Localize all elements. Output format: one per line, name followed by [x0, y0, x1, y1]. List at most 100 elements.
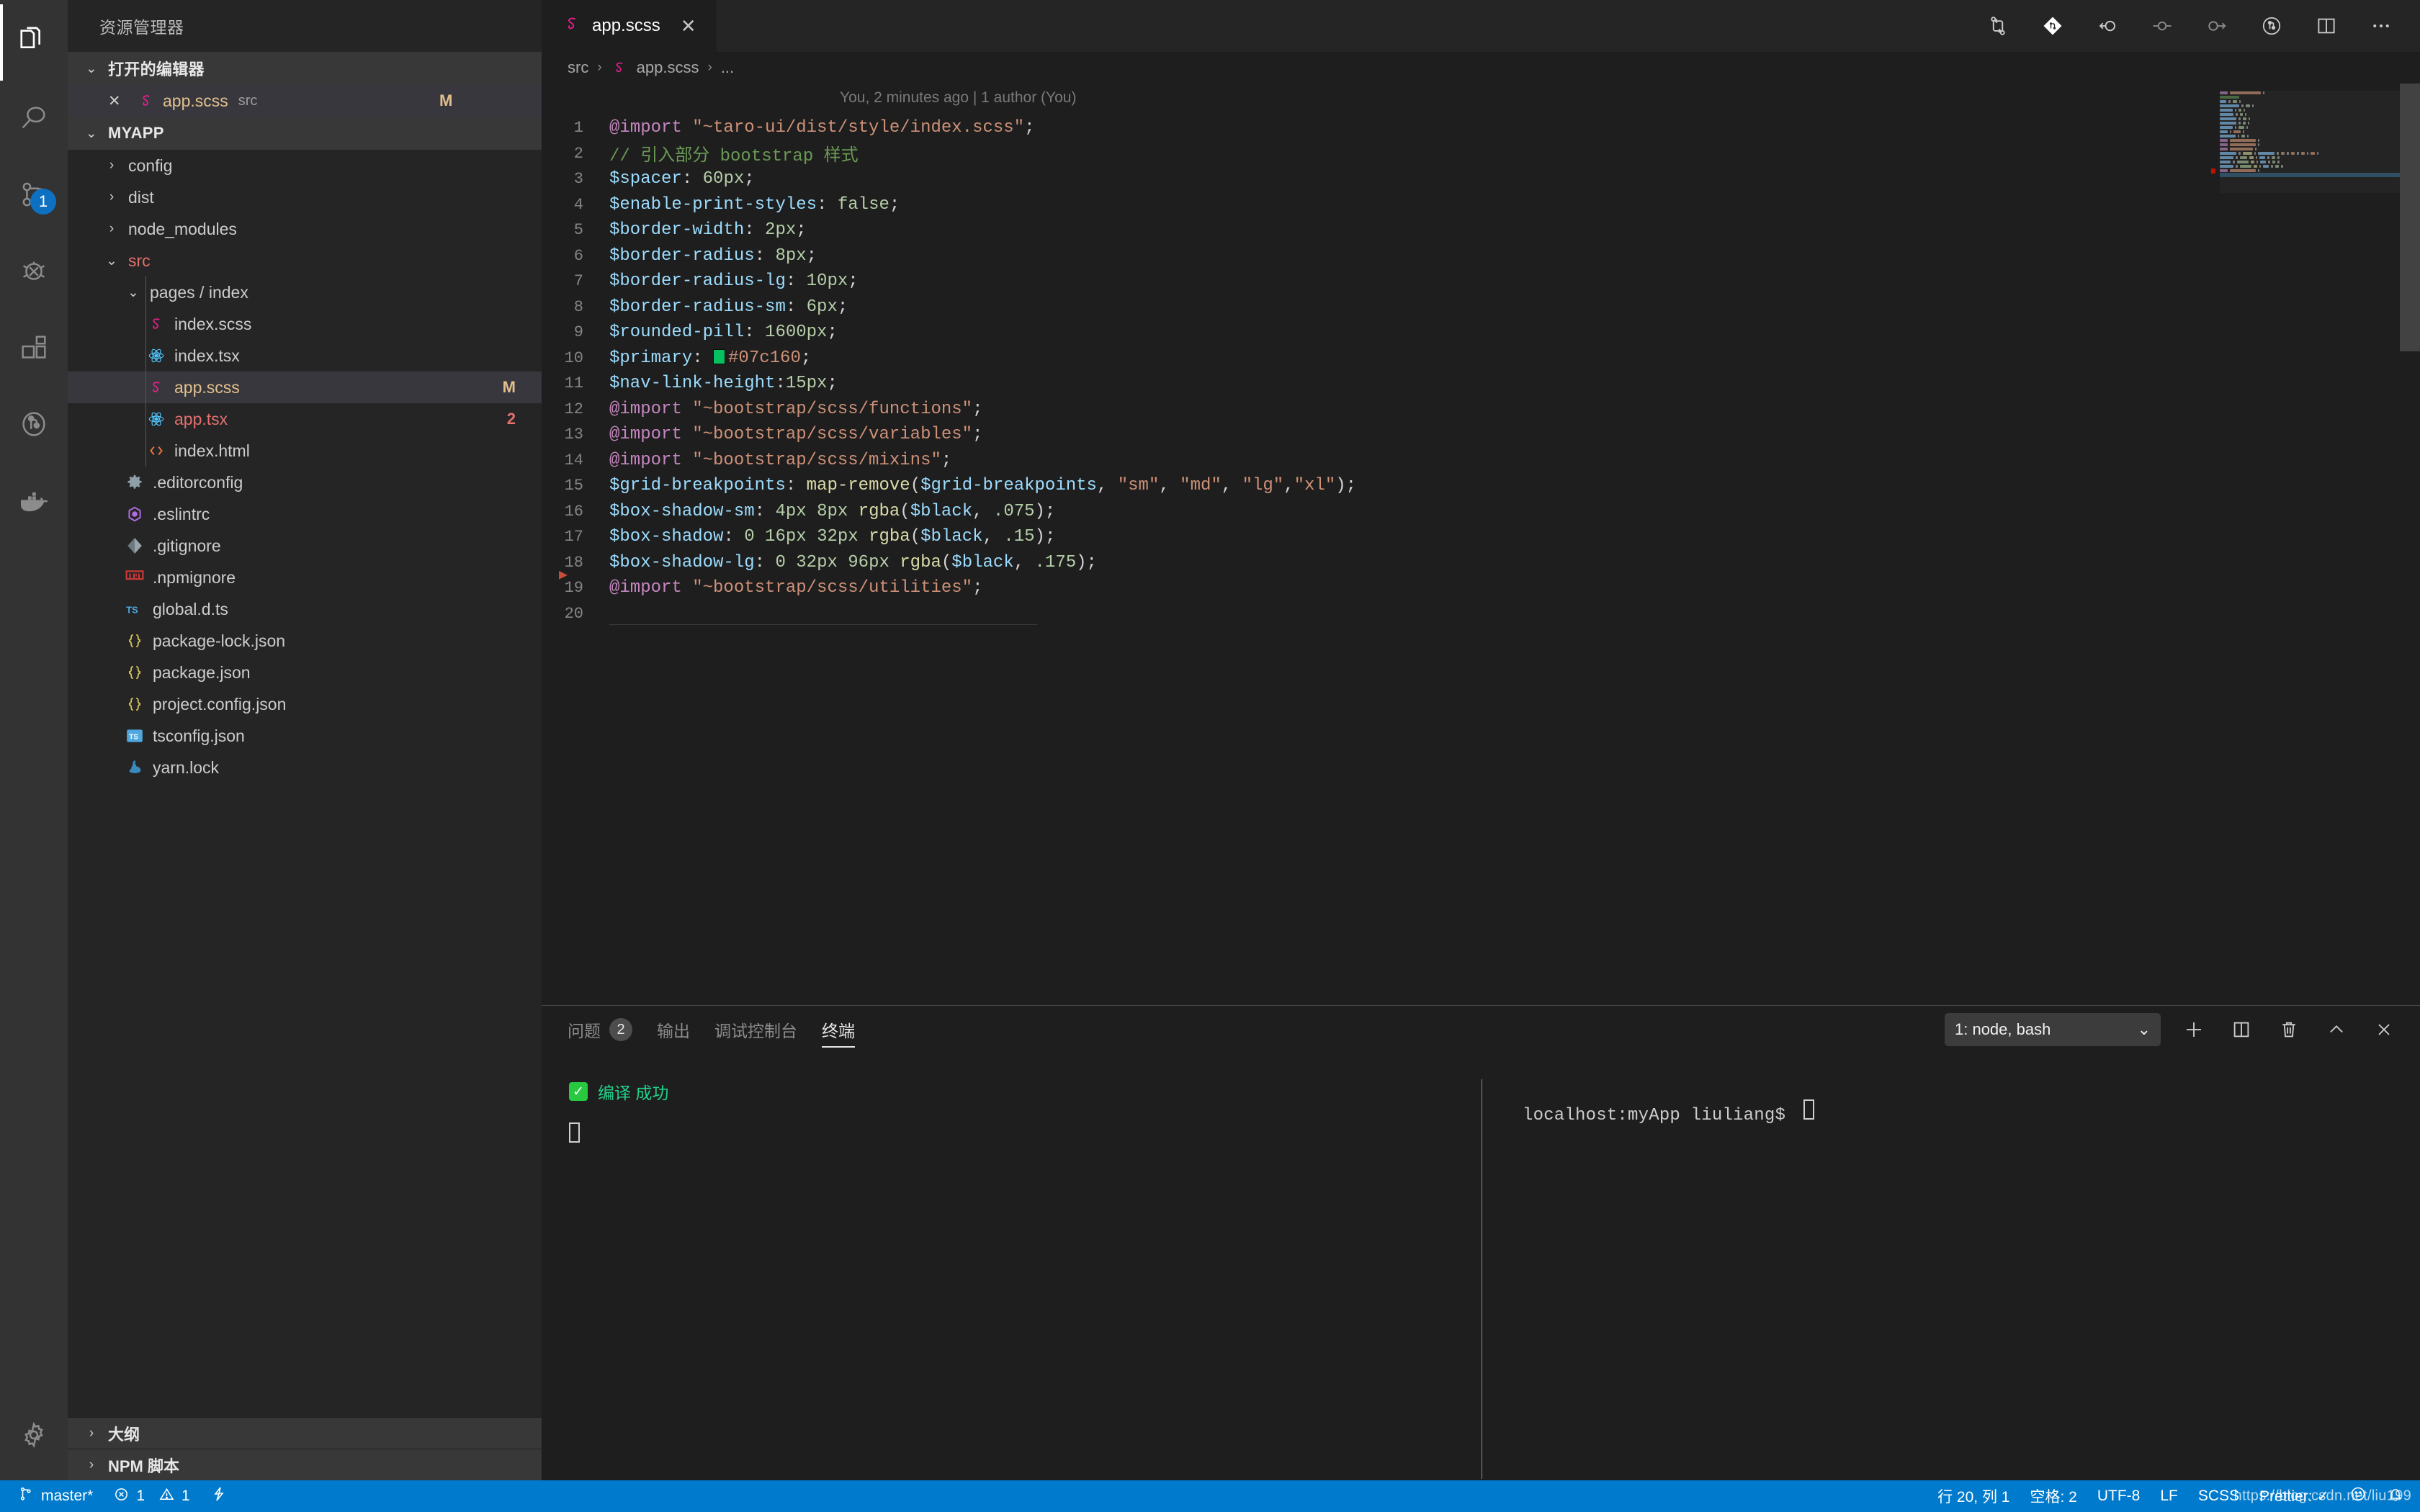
status-feedback[interactable] [2339, 1480, 2377, 1512]
breadcrumb-item-file[interactable]: app.scss [637, 58, 699, 77]
status-branch[interactable]: master* [7, 1480, 103, 1512]
activity-item-extensions[interactable] [0, 310, 68, 386]
chevron-down-icon: ⌄ [81, 125, 102, 142]
code-editor[interactable]: You, 2 minutes ago | 1 author (You) 1@im… [542, 84, 2420, 1005]
breadcrumb[interactable]: src › app.scss › ... [542, 52, 2420, 84]
terminal-pane-left[interactable]: ✓ 编译 成功 [542, 1053, 1482, 1480]
editor-vertical-scrollbar[interactable] [2400, 84, 2420, 1005]
code-line[interactable]: 4$enable-print-styles: false; [542, 192, 2420, 218]
code-line[interactable]: 14@import "~bootstrap/scss/mixins"; [542, 448, 2420, 474]
code-line[interactable]: 16$box-shadow-sm: 4px 8px rgba($black, .… [542, 499, 2420, 525]
panel-tab-terminal[interactable]: 终端 [822, 1006, 855, 1053]
tree-file-row[interactable]: app.scssM [68, 372, 542, 403]
tree-file-row[interactable]: package-lock.json [68, 625, 542, 657]
code-line[interactable]: 11$nav-link-height:15px; [542, 371, 2420, 397]
tree-file-row[interactable]: app.tsx2 [68, 403, 542, 435]
activity-item-docker[interactable] [0, 462, 68, 539]
code-line[interactable]: 3$spacer: 60px; [542, 166, 2420, 192]
minimap[interactable] [2220, 91, 2400, 177]
tree-file-row[interactable]: package.json [68, 657, 542, 688]
scrollbar-thumb[interactable] [2400, 84, 2420, 351]
terminal-pane-right[interactable]: localhost:myApp liuliang$ [1482, 1053, 2420, 1480]
gitlens-diamond-icon[interactable] [2038, 12, 2067, 40]
code-line[interactable]: 10$primary: #07c160; [542, 346, 2420, 372]
code-line[interactable]: 13@import "~bootstrap/scss/variables"; [542, 422, 2420, 448]
split-terminal-icon[interactable] [2227, 1015, 2256, 1044]
activity-item-settings[interactable] [0, 1397, 68, 1473]
section-outline[interactable]: › 大纲 [68, 1417, 542, 1449]
activity-item-gitlens[interactable] [0, 386, 68, 462]
section-open-editors[interactable]: ⌄ 打开的编辑器 [68, 52, 542, 85]
tree-file-row[interactable]: .gitignore [68, 530, 542, 562]
close-icon[interactable]: ✕ [108, 92, 134, 110]
more-actions-icon[interactable] [2367, 12, 2396, 40]
react-icon [144, 410, 169, 428]
tree-file-row[interactable]: .eslintrc [68, 498, 542, 530]
status-cursor-position[interactable]: 行 20, 列 1 [1927, 1480, 2020, 1512]
code-line[interactable]: 15$grid-breakpoints: map-remove($grid-br… [542, 473, 2420, 499]
tree-file-row[interactable]: index.scss [68, 308, 542, 340]
split-editor-icon[interactable] [2312, 12, 2341, 40]
tree-file-row[interactable]: yarn.lock [68, 752, 542, 783]
code-line[interactable]: 18$box-shadow-lg: 0 32px 96px rgba($blac… [542, 550, 2420, 576]
tree-file-row[interactable]: .editorconfig [68, 467, 542, 498]
activity-item-debug[interactable] [0, 233, 68, 310]
section-npm-scripts[interactable]: › NPM 脚本 [68, 1449, 542, 1480]
code-line[interactable]: 12@import "~bootstrap/scss/functions"; [542, 397, 2420, 423]
tab-close-icon[interactable]: ✕ [681, 15, 696, 37]
open-editor-item-app-scss[interactable]: ✕ app.scss src M [68, 85, 542, 117]
file-tree[interactable]: ›config›dist›node_modules⌄src⌄pages / in… [68, 150, 542, 1417]
kill-terminal-icon[interactable] [2275, 1015, 2303, 1044]
code-line[interactable]: 9$rounded-pill: 1600px; [542, 320, 2420, 346]
minimap-slider[interactable] [2220, 91, 2420, 193]
status-notifications[interactable] [2377, 1480, 2414, 1512]
panel-tab-problems[interactable]: 问题 2 [568, 1006, 632, 1053]
arrow-left-circle-icon[interactable] [2093, 12, 2122, 40]
breadcrumb-item-ellipsis[interactable]: ... [721, 58, 734, 77]
code-line[interactable]: ▶19@import "~bootstrap/scss/utilities"; [542, 575, 2420, 601]
tree-folder-row[interactable]: ›dist [68, 181, 542, 213]
panel-tab-debug-console[interactable]: 调试控制台 [714, 1006, 797, 1053]
tree-file-row[interactable]: index.tsx [68, 340, 542, 372]
code-line[interactable]: 6$border-radius: 8px; [542, 243, 2420, 269]
tab-app-scss[interactable]: app.scss ✕ [542, 0, 717, 52]
panel-tab-output[interactable]: 输出 [657, 1006, 690, 1053]
code-line[interactable]: 2// 引入部分 bootstrap 样式 [542, 141, 2420, 167]
code-line[interactable]: 1@import "~taro-ui/dist/style/index.scss… [542, 115, 2420, 141]
tree-folder-row[interactable]: ⌄src [68, 245, 542, 276]
terminal-selector[interactable]: 1: node, bash ⌄ [1945, 1013, 2161, 1046]
tree-file-row[interactable]: .npmignore [68, 562, 542, 593]
status-language-mode[interactable]: SCSS [2188, 1480, 2249, 1512]
new-terminal-icon[interactable] [2179, 1015, 2208, 1044]
status-prettier[interactable]: Prettier: ✓ [2249, 1480, 2339, 1512]
status-problems[interactable]: 1 1 [103, 1480, 200, 1512]
status-encoding[interactable]: UTF-8 [2087, 1480, 2151, 1512]
gitlens-circle-icon[interactable] [2257, 12, 2286, 40]
status-eol[interactable]: LF [2150, 1480, 2188, 1512]
tree-file-row[interactable]: TStsconfig.json [68, 720, 542, 752]
code-line[interactable]: 7$border-radius-lg: 10px; [542, 269, 2420, 294]
compare-changes-icon[interactable] [1984, 12, 2012, 40]
section-project-root[interactable]: ⌄ MYAPP [68, 117, 542, 150]
tree-file-row[interactable]: index.html [68, 435, 542, 467]
code-line[interactable]: 5$border-width: 2px; [542, 217, 2420, 243]
close-panel-icon[interactable] [2370, 1015, 2398, 1044]
activity-item-explorer[interactable] [0, 4, 68, 81]
breadcrumb-item-src[interactable]: src [568, 58, 588, 77]
code-lines[interactable]: 1@import "~taro-ui/dist/style/index.scss… [542, 115, 2420, 626]
activity-item-search[interactable] [0, 81, 68, 157]
status-indentation[interactable]: 空格: 2 [2020, 1480, 2087, 1512]
tree-folder-row[interactable]: ⌄pages / index [68, 276, 542, 308]
tree-file-row[interactable]: TSglobal.d.ts [68, 593, 542, 625]
tree-folder-row[interactable]: ›node_modules [68, 213, 542, 245]
activity-item-source-control[interactable]: 1 [0, 157, 68, 233]
tree-folder-row[interactable]: ›config [68, 150, 542, 181]
dot-circle-icon[interactable] [2148, 12, 2177, 40]
code-line[interactable]: 20 [542, 601, 2420, 627]
code-line[interactable]: 8$border-radius-sm: 6px; [542, 294, 2420, 320]
status-live-share[interactable] [200, 1480, 238, 1512]
code-line[interactable]: 17$box-shadow: 0 16px 32px rgba($black, … [542, 524, 2420, 550]
arrow-right-circle-icon[interactable] [2202, 12, 2231, 40]
maximize-panel-icon[interactable] [2322, 1015, 2351, 1044]
tree-file-row[interactable]: project.config.json [68, 688, 542, 720]
